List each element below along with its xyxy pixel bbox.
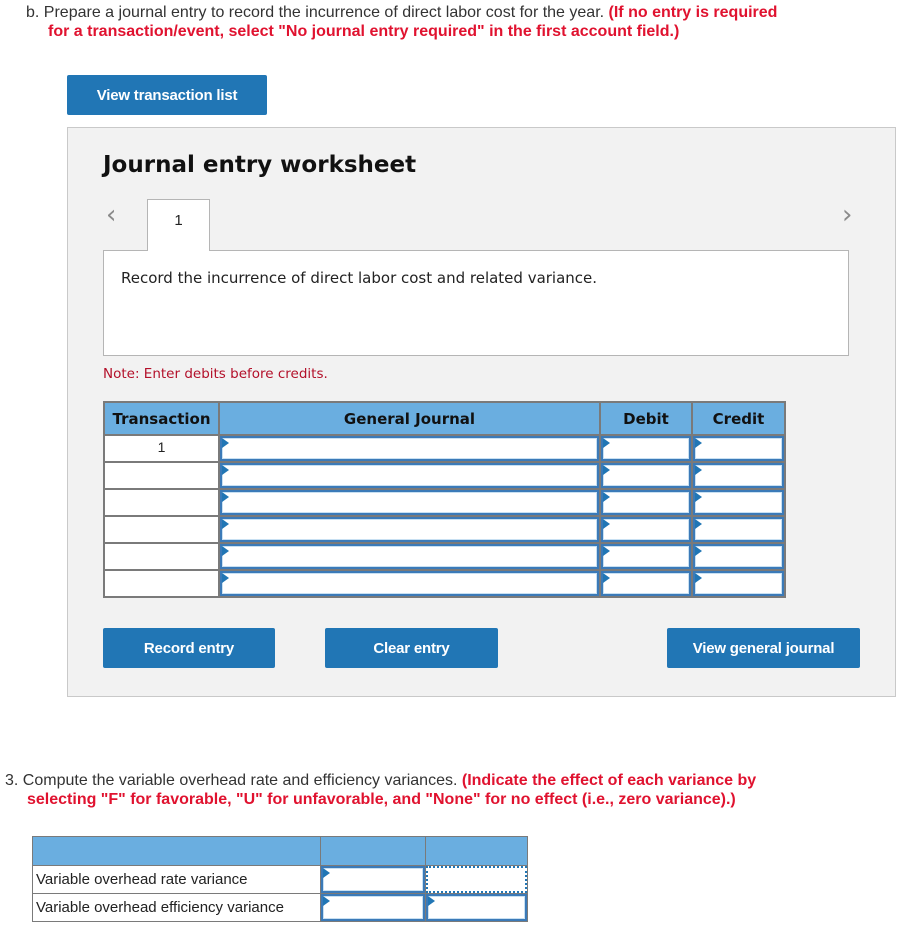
variance-header-label [32,836,321,866]
entry-description: Record the incurrence of direct labor co… [121,269,598,287]
debit-input[interactable] [601,571,691,596]
credit-input[interactable] [693,490,784,515]
chevron-right-icon[interactable]: › [842,200,852,230]
question-3-instruction-1: (Indicate the effect of each variance by [461,772,757,789]
table-row: 1 [103,434,786,463]
account-input[interactable] [220,436,599,461]
tab-entry-1[interactable]: 1 [147,199,210,251]
view-transaction-list-button[interactable]: View transaction list [67,75,267,115]
question-3-prompt: 3. Compute the variable overhead rate an… [5,771,885,809]
question-3-text: 3. Compute the variable overhead rate an… [5,772,757,789]
header-credit: Credit [691,401,786,436]
record-entry-button[interactable]: Record entry [103,628,275,668]
credit-input[interactable] [693,517,784,542]
question-3-instruction-2: selecting "F" for favorable, "U" for unf… [27,791,736,808]
variance-effect-select[interactable] [426,894,527,921]
clear-entry-button[interactable]: Clear entry [325,628,498,668]
variance-header-effect [425,836,528,866]
variance-amount-input[interactable] [321,866,425,893]
credit-input[interactable] [693,544,784,569]
debit-input[interactable] [601,463,691,488]
account-input[interactable] [220,571,599,596]
account-input[interactable] [220,544,599,569]
entry-description-box: Record the incurrence of direct labor co… [103,250,849,356]
table-row: Variable overhead efficiency variance [32,893,528,922]
account-input[interactable] [220,517,599,542]
variance-amount-input[interactable] [321,894,425,921]
transaction-number [103,569,220,598]
header-transaction: Transaction [103,401,220,436]
credit-input[interactable] [693,436,784,461]
table-row [103,488,786,517]
question-b-prompt: b. Prepare a journal entry to record the… [26,3,886,41]
question-b-text: b. Prepare a journal entry to record the… [26,4,778,21]
view-general-journal-button[interactable]: View general journal [667,628,860,668]
header-debit: Debit [599,401,693,436]
table-row [103,542,786,571]
table-row [103,569,786,598]
variance-table: Variable overhead rate variance Variable… [32,836,528,922]
variance-label: Variable overhead rate variance [32,865,321,894]
debits-note: Note: Enter debits before credits. [103,366,328,382]
chevron-left-icon[interactable]: ‹ [106,200,116,230]
debit-input[interactable] [601,517,691,542]
worksheet-title: Journal entry worksheet [103,152,417,178]
variance-effect-select[interactable] [426,866,527,893]
credit-input[interactable] [693,571,784,596]
table-row: Variable overhead rate variance [32,865,528,894]
debit-input[interactable] [601,490,691,515]
journal-entry-worksheet: Journal entry worksheet ‹ › 1 Record the… [67,127,896,697]
account-input[interactable] [220,463,599,488]
debit-input[interactable] [601,544,691,569]
transaction-number [103,461,220,490]
journal-entry-table: Transaction General Journal Debit Credit… [103,401,786,598]
transaction-number: 1 [103,434,220,463]
table-row [103,515,786,544]
variance-label: Variable overhead efficiency variance [32,893,321,922]
transaction-number [103,488,220,517]
header-general-journal: General Journal [218,401,601,436]
debit-input[interactable] [601,436,691,461]
question-b-instruction-2: for a transaction/event, select "No jour… [48,23,680,40]
question-b-instruction-1: (If no entry is required [608,4,778,21]
table-row [103,461,786,490]
account-input[interactable] [220,490,599,515]
transaction-number [103,542,220,571]
variance-header-amount [320,836,426,866]
credit-input[interactable] [693,463,784,488]
transaction-number [103,515,220,544]
